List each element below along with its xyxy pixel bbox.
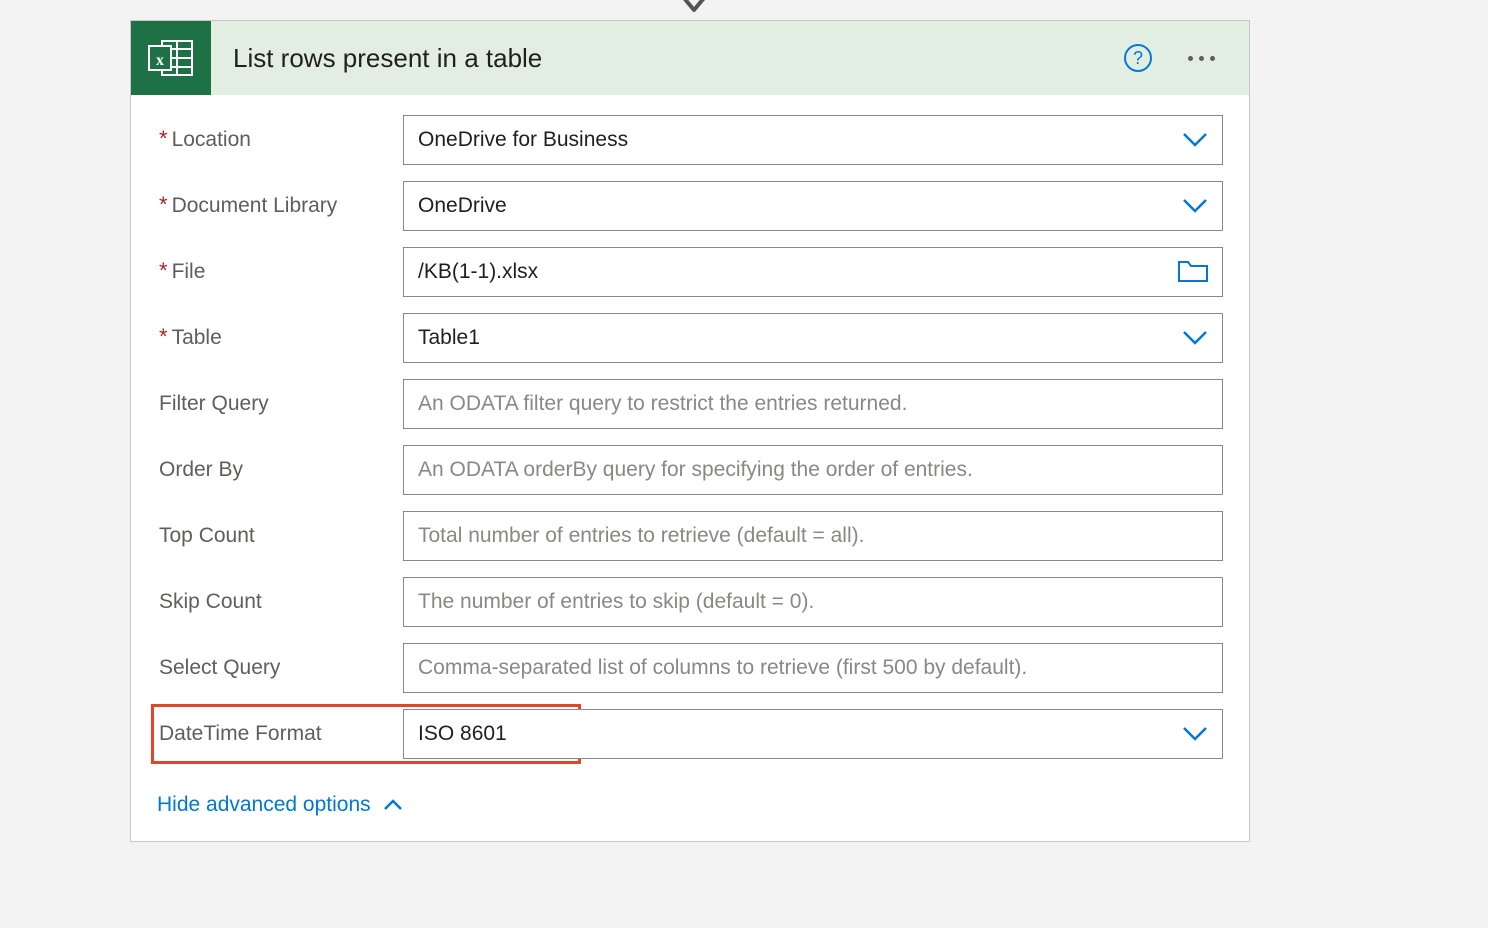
card-title: List rows present in a table [211,43,1124,74]
dropdown-value: Table1 [418,326,1172,350]
label-text: Skip Count [159,590,262,614]
field-datetime-format: DateTime Format ISO 8601 [157,709,1223,759]
field-label: Top Count [157,524,403,548]
folder-icon[interactable] [1168,261,1208,283]
flow-arrow-down-icon [680,0,708,24]
order-by-input[interactable] [418,446,1208,494]
field-skip-count: Skip Count [157,577,1223,627]
excel-icon: x [131,21,211,95]
required-indicator: * [159,128,168,150]
label-text: Filter Query [159,392,269,416]
skip-count-input-wrap [403,577,1223,627]
library-dropdown[interactable]: OneDrive [403,181,1223,231]
card-header[interactable]: x List rows present in a table ? [131,21,1249,95]
label-text: File [172,260,206,284]
dropdown-value: OneDrive for Business [418,128,1172,152]
chevron-down-icon [1172,132,1208,148]
dropdown-value: ISO 8601 [418,722,1172,746]
field-table: * Table Table1 [157,313,1223,363]
top-count-input-wrap [403,511,1223,561]
label-text: Select Query [159,656,280,680]
required-indicator: * [159,326,168,348]
field-label: * Document Library [157,194,403,218]
datetime-format-dropdown[interactable]: ISO 8601 [403,709,1223,759]
location-dropdown[interactable]: OneDrive for Business [403,115,1223,165]
field-label: Order By [157,458,403,482]
field-label: Select Query [157,656,403,680]
chevron-down-icon [1172,726,1208,742]
field-label: DateTime Format [157,722,403,746]
required-indicator: * [159,260,168,282]
field-document-library: * Document Library OneDrive [157,181,1223,231]
chevron-down-icon [1172,198,1208,214]
label-text: Table [172,326,222,350]
file-picker[interactable]: /KB(1-1).xlsx [403,247,1223,297]
hide-advanced-options-toggle[interactable]: Hide advanced options [157,775,403,831]
svg-text:x: x [156,52,164,69]
select-query-input[interactable] [418,644,1208,692]
field-label: Filter Query [157,392,403,416]
field-file: * File /KB(1-1).xlsx [157,247,1223,297]
label-text: Location [172,128,251,152]
field-location: * Location OneDrive for Business [157,115,1223,165]
chevron-up-icon [383,793,403,817]
skip-count-input[interactable] [418,578,1208,626]
required-indicator: * [159,194,168,216]
field-label: Skip Count [157,590,403,614]
filter-query-input[interactable] [418,380,1208,428]
table-dropdown[interactable]: Table1 [403,313,1223,363]
order-by-input-wrap [403,445,1223,495]
select-query-input-wrap [403,643,1223,693]
label-text: DateTime Format [159,722,322,746]
field-label: * Table [157,326,403,350]
dropdown-value: OneDrive [418,194,1172,218]
help-icon[interactable]: ? [1124,44,1152,72]
more-menu-icon[interactable] [1182,50,1221,67]
action-card: x List rows present in a table ? * Locat… [130,20,1250,842]
field-label: * File [157,260,403,284]
label-text: Top Count [159,524,255,548]
top-count-input[interactable] [418,512,1208,560]
field-select-query: Select Query [157,643,1223,693]
filter-query-input-wrap [403,379,1223,429]
label-text: Document Library [172,194,338,218]
chevron-down-icon [1172,330,1208,346]
field-filter-query: Filter Query [157,379,1223,429]
field-label: * Location [157,128,403,152]
field-order-by: Order By [157,445,1223,495]
field-top-count: Top Count [157,511,1223,561]
label-text: Order By [159,458,243,482]
toggle-label: Hide advanced options [157,793,371,817]
file-value: /KB(1-1).xlsx [418,260,1168,284]
